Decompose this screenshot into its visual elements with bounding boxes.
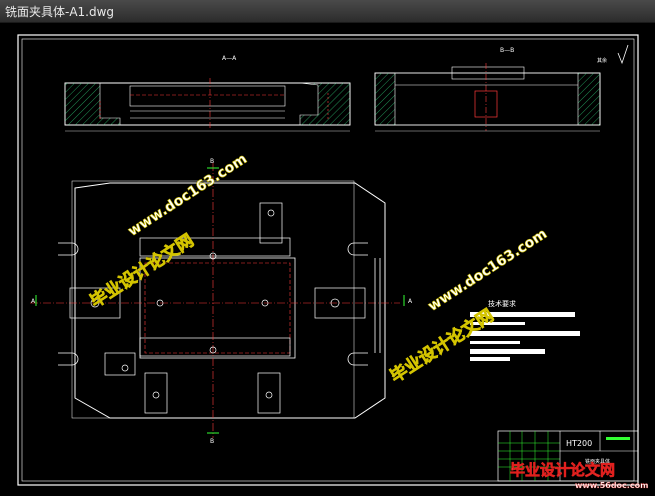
section-marker-b-top: B (210, 158, 214, 165)
section-view-a[interactable]: A—A (64, 55, 351, 132)
roughness-symbol (617, 44, 629, 65)
drawing-canvas[interactable]: A—A B—B 其余 A A B B 技术要求 HT200 铣面夹具体 毕业设计… (0, 23, 655, 492)
badge-site: www.56doc.com (575, 481, 648, 490)
view-a-label: A—A (222, 55, 237, 62)
watermark-2: 毕业设计论文网 www.doc163.com (386, 226, 550, 388)
watermark-site-1: www.doc163.com (125, 151, 250, 240)
watermark-cn-1: 毕业设计论文网 (86, 230, 197, 312)
view-b-label: B—B (500, 47, 514, 54)
tech-req-title: 技术要求 (488, 299, 516, 308)
watermark-cn-2: 毕业设计论文网 (386, 305, 497, 387)
section-view-b[interactable]: B—B 其余 (374, 44, 629, 132)
watermark-1: 毕业设计论文网 www.doc163.com (86, 151, 250, 313)
section-marker-a-left: A (31, 298, 36, 305)
cad-drawing[interactable]: A—A B—B 其余 A A B B 技术要求 HT200 铣面夹具体 毕业设计… (0, 23, 655, 492)
plan-view[interactable]: A A B B (30, 158, 413, 445)
roughness-note: 其余 (597, 57, 607, 64)
material-label: HT200 (566, 439, 592, 448)
section-marker-a-right: A (408, 298, 413, 305)
window-title: 铣面夹具体-A1.dwg (5, 5, 115, 19)
badge-cn: 毕业设计论文网 (510, 461, 615, 479)
section-marker-b-bottom: B (210, 438, 214, 445)
window-titlebar: 铣面夹具体-A1.dwg (0, 0, 655, 23)
site-badge: 毕业设计论文网 www.56doc.com (510, 461, 649, 490)
